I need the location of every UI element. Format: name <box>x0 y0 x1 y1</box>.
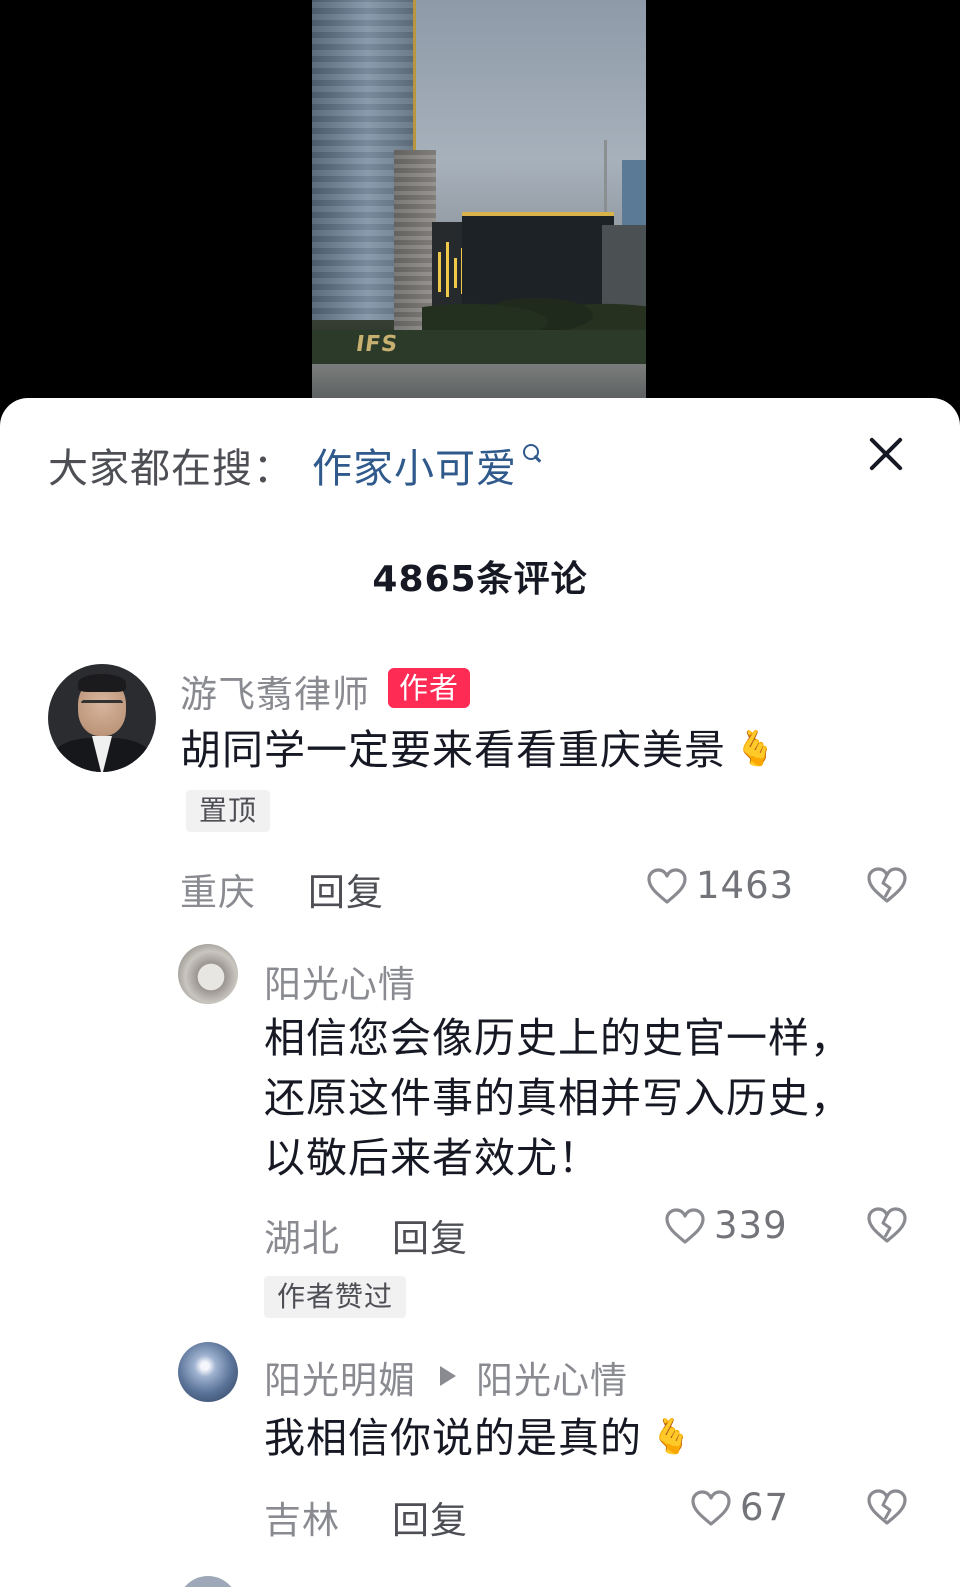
reply-arrow-icon <box>440 1366 456 1386</box>
reply-text-line: 还原这件事的真相并写入历史， <box>264 1074 852 1122</box>
reply-text-line: 相信您会像历史上的史官一样， <box>264 1014 852 1062</box>
pinned-tag: 置顶 <box>186 790 271 832</box>
reply-username[interactable]: 阳光明媚 <box>264 1350 416 1404</box>
author-badge: 作者 <box>388 668 471 708</box>
finger-heart-emoji: 🫰 <box>650 1417 694 1457</box>
reply-button[interactable]: 回复 <box>392 1490 468 1544</box>
reply-button[interactable]: 回复 <box>392 1208 468 1262</box>
like-button[interactable]: 1463 <box>646 864 794 907</box>
video-frame: IFS <box>312 0 646 400</box>
close-icon[interactable] <box>866 434 906 474</box>
heart-icon <box>665 1207 705 1244</box>
comment-location: 重庆 <box>180 871 256 914</box>
search-prefix-label: 大家都在搜： <box>48 446 294 492</box>
video-player[interactable]: IFS <box>0 0 960 420</box>
reply-username[interactable]: 阳光心情 <box>264 954 416 1008</box>
avatar[interactable] <box>48 664 156 772</box>
avatar[interactable] <box>178 1576 238 1587</box>
comment-sheet: 大家都在搜： 作家小可爱 4865条评论 游飞翥律师 作者 胡同学一定要来看看重… <box>0 398 960 1587</box>
dislike-icon[interactable] <box>866 1206 908 1244</box>
reply-button[interactable]: 回复 <box>308 862 384 916</box>
comment-count-title: 4865条评论 <box>372 559 588 600</box>
reply-to-username[interactable]: 阳光心情 <box>476 1350 628 1404</box>
reply-text: 我相信你说的是真的 🫰 <box>264 1408 693 1471</box>
search-icon[interactable] <box>521 441 543 469</box>
comment-body: 胡同学一定要来看看重庆美景 <box>180 726 726 774</box>
finger-heart-emoji: 🫰 <box>734 729 778 769</box>
comment-text: 胡同学一定要来看看重庆美景 🫰 <box>180 720 777 783</box>
author-liked-tag: 作者赞过 <box>264 1276 407 1318</box>
reply-location: 湖北 <box>264 1217 340 1260</box>
ifs-logo: IFS <box>354 332 400 357</box>
reply-location: 吉林 <box>264 1499 340 1542</box>
reply-text-line: 以敬后来者效尤！ <box>264 1134 600 1182</box>
like-button[interactable]: 67 <box>690 1486 789 1529</box>
like-count: 67 <box>740 1486 790 1529</box>
dislike-icon[interactable] <box>866 1488 908 1526</box>
avatar[interactable] <box>178 1342 238 1402</box>
suggested-search[interactable]: 大家都在搜： 作家小可爱 <box>48 440 543 492</box>
reply-body: 我相信你说的是真的 <box>264 1414 642 1462</box>
dislike-icon[interactable] <box>866 866 908 904</box>
heart-icon <box>647 867 687 904</box>
avatar[interactable] <box>178 944 238 1004</box>
comment-username[interactable]: 游飞翥律师 <box>180 664 370 718</box>
like-button[interactable]: 339 <box>664 1204 788 1247</box>
heart-icon <box>691 1489 731 1526</box>
road-image <box>312 364 646 400</box>
like-count: 1463 <box>696 864 795 907</box>
search-suggestion-link[interactable]: 作家小可爱 <box>312 436 517 494</box>
building-image <box>622 160 646 230</box>
like-count: 339 <box>714 1204 788 1247</box>
